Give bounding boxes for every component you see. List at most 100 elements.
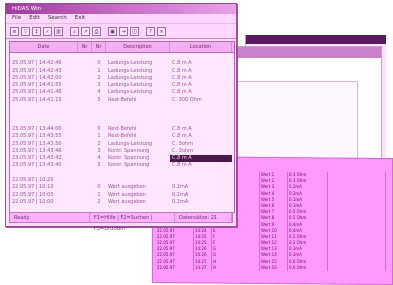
cell-nr2: 3: [97, 147, 101, 154]
cell-date: 25.05.97 | 14:42:43: [12, 67, 62, 74]
cell-description: Kontr. Spannung: [108, 155, 150, 162]
menu-exit[interactable]: Exit: [75, 14, 85, 23]
cell-location: C.8 m A: [172, 67, 192, 74]
cell-description: [106, 111, 170, 118]
cell-nr2: [92, 170, 106, 177]
cell-nr1: [78, 104, 92, 111]
close-icon[interactable]: ×: [157, 26, 166, 36]
cell-date: 25.05.97 | 14:41:55: [12, 82, 62, 89]
cell-nr2: 3: [97, 82, 101, 89]
help-icon[interactable]: ◫: [130, 26, 139, 36]
arrow-icon[interactable]: ↗: [81, 26, 90, 36]
table-row[interactable]: [10, 170, 234, 177]
cell-nr1: [78, 192, 92, 199]
table-row[interactable]: 25.05.97 | 14:41:55 3 Ladungs-Leistung C.8 …: [10, 82, 234, 89]
cell-nr1: [78, 111, 92, 118]
table-row[interactable]: 22.05.97 | 10:10 0 Wert ausgeben 0.2mA: [10, 184, 234, 191]
printed-cell: Wert 16: [260, 264, 288, 271]
table-row[interactable]: 23.05.97 | 13:43:40 5 Kontr. Spannung C.8 m…: [10, 162, 234, 169]
cell-nr2: 1: [97, 67, 101, 74]
cell-location: 0.2mA: [172, 198, 189, 205]
table-row[interactable]: 22.05.97 | 10:20: [10, 177, 234, 184]
table-row[interactable]: 25.05.97 | 14:42:46 0 Ladungs-Leistung C.8 …: [10, 60, 234, 67]
col-location[interactable]: Location: [170, 42, 232, 52]
table-row[interactable]: 25.05.97 | 14:41:15 5 Rest-Befehl C. 300 Oh…: [10, 97, 234, 104]
cell-nr1: [78, 141, 92, 148]
table-row[interactable]: 23.05.97 | 13:43:55 1 Rest-Befehl C.8 m A: [10, 133, 234, 140]
check-icon[interactable]: ✓: [43, 26, 52, 36]
cell-location: C.8 m A: [172, 60, 192, 67]
table-row[interactable]: 22.05.97 | 10:05 1 Wert ausgeben 0.2mA: [10, 192, 234, 199]
col-nr1[interactable]: Nr: [78, 42, 92, 52]
cell-location: C.8 m A: [172, 89, 192, 96]
question-icon[interactable]: ?: [146, 26, 155, 36]
save-icon[interactable]: ▣: [108, 26, 117, 36]
sort-icon[interactable]: ↕: [32, 26, 41, 36]
table-row[interactable]: 25.05.97 | 14:41:48 4 Ladungs-Leistung C.8 …: [10, 89, 234, 96]
table-row[interactable]: [10, 119, 234, 126]
menu-edit[interactable]: Edit: [29, 14, 40, 23]
menu-file[interactable]: File: [12, 14, 21, 23]
cell-nr1: [78, 60, 92, 67]
cell-nr1: [78, 199, 92, 206]
cell-location: [170, 53, 232, 60]
cell-description: Ladungs-Leistung: [108, 82, 153, 89]
filter-icon[interactable]: ▽: [21, 26, 30, 36]
cell-date: 22.05.97 | 10:20: [12, 177, 54, 184]
cell-nr1: [78, 184, 92, 191]
cell-date: 23.05.97 | 13:43:46: [12, 147, 62, 154]
printed-cell: H: [212, 264, 260, 271]
cell-location: [170, 111, 232, 118]
printed-cell: 0.6 Ohm: [288, 264, 328, 271]
cell-location: C.8 m A: [172, 82, 192, 89]
table-row[interactable]: [10, 111, 234, 118]
cell-location: C.8 m A: [170, 155, 232, 163]
cell-description: [106, 177, 170, 184]
table-row[interactable]: 23.05.97 | 13:44:00 0 Rest-Befehl C.8 m A: [10, 126, 234, 133]
table-row[interactable]: 25.05.97 | 14:42:00 2 Ladungs-Leistung C.8 …: [10, 75, 234, 82]
col-description[interactable]: Description: [106, 42, 170, 52]
cell-description: Kontr. Spannung: [108, 147, 150, 154]
cell-location: [170, 177, 232, 184]
cell-description: Kontr. Spannung: [108, 162, 150, 169]
cell-nr2: [92, 119, 106, 126]
grid-body: 25.05.97 | 14:42:46 0 Ladungs-Leistung C.8 …: [10, 53, 234, 206]
table-row[interactable]: 23.05.97 | 13:43:42 4 Kontr. Spannung C.8 m…: [10, 155, 234, 163]
cell-location: C. 300 Ohm: [172, 96, 202, 103]
list-icon[interactable]: ≡: [10, 26, 19, 36]
cell-nr1: [78, 97, 92, 104]
cell-description: Ladungs-Leistung: [108, 60, 153, 67]
cell-description: Rest-Befehl: [108, 133, 137, 140]
cell-date: 22.05.97 | 10:05: [12, 191, 54, 198]
cell-description: Ladungs-Leistung: [108, 67, 153, 74]
table-row[interactable]: 23.05.97 | 13:43:46 3 Kontr. Spannung C. 3o…: [10, 148, 234, 155]
printed-cell: 14:27: [194, 264, 212, 271]
window-title: HiDAS Win: [6, 4, 236, 14]
status-middle: F1=Hilfe | F2=Suchen | F3=Drucken: [90, 213, 175, 232]
menu-search[interactable]: Search: [48, 14, 67, 23]
cell-location: [170, 104, 232, 111]
app-window: HiDAS Win File Edit Search Exit ≡ ▽ ↕ ✓ …: [5, 3, 237, 232]
print-icon[interactable]: ⎙: [92, 26, 101, 36]
table-row[interactable]: 22.05.97 | 10:00 2 Wert ausgeben 0.2mA: [10, 199, 234, 206]
col-date[interactable]: Date: [10, 42, 78, 52]
table-row[interactable]: [10, 104, 234, 111]
cell-nr2: 0: [97, 60, 101, 67]
table-row[interactable]: 23.05.97 | 13:43:50 2 Ladungs-Leistung C. 3…: [10, 141, 234, 148]
chart-icon[interactable]: ▥: [54, 26, 63, 36]
cell-nr2: 5: [97, 96, 101, 103]
cell-date: 25.05.97 | 14:41:48: [12, 89, 62, 96]
col-nr2[interactable]: Nr: [92, 42, 106, 52]
cell-description: Rest-Befehl: [108, 125, 137, 132]
table-row[interactable]: [10, 53, 234, 60]
cell-description: [106, 170, 170, 177]
record-grid: Date Nr Nr Description Location 25.05.97…: [9, 41, 235, 213]
find-icon[interactable]: ⌕: [70, 26, 79, 36]
cell-location: C.8 m A: [172, 162, 192, 169]
table-row[interactable]: 25.05.97 | 14:42:43 1 Ladungs-Leistung C.8 …: [10, 68, 234, 75]
cell-date: 23.05.97 | 13:43:42: [12, 155, 62, 162]
printed-row: 22.05.97 14:27 H Wert 16 0.6 Ohm: [156, 264, 388, 271]
cell-nr1: [78, 126, 92, 133]
cell-date: [10, 53, 78, 60]
export-icon[interactable]: ⇥: [119, 26, 128, 36]
